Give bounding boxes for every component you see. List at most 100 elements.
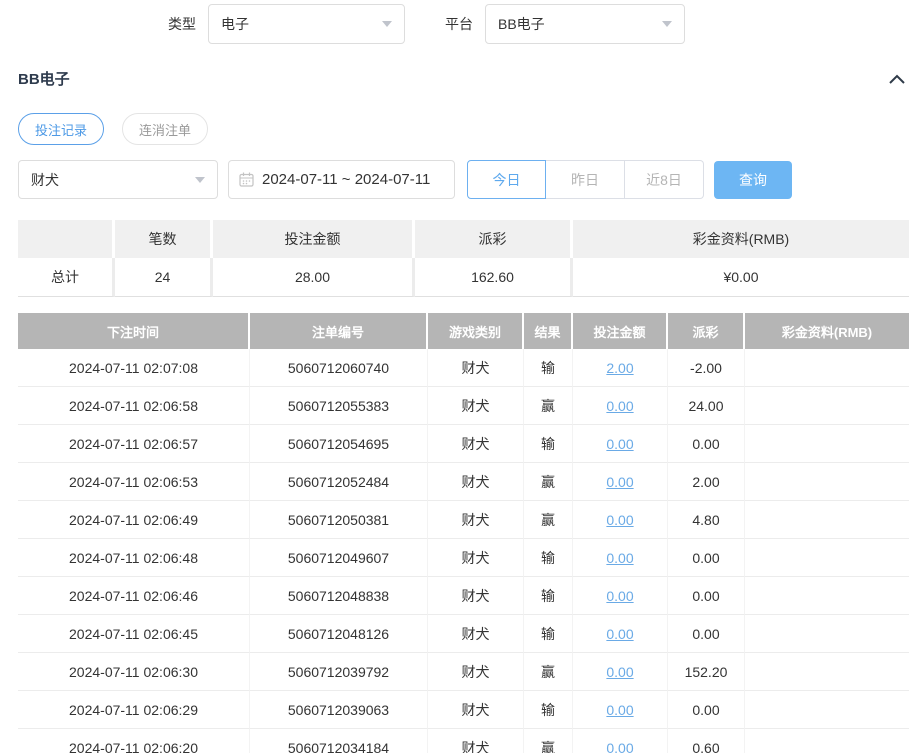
cell-bet-time: 2024-07-11 02:06:48 — [18, 539, 250, 577]
header-bet-amount: 投注金额 — [573, 313, 668, 349]
cell-bonus — [745, 539, 909, 577]
bet-amount-link[interactable]: 0.00 — [606, 702, 633, 718]
bet-amount-link[interactable]: 0.00 — [606, 626, 633, 642]
cell-bet-time: 2024-07-11 02:06:58 — [18, 387, 250, 425]
bet-amount-link[interactable]: 0.00 — [606, 550, 633, 566]
header-bonus: 彩金资料(RMB) — [745, 313, 909, 349]
chevron-down-icon — [195, 177, 205, 183]
cell-payout: 0.00 — [668, 615, 745, 653]
table-row: 2024-07-11 02:06:45 5060712048126 财犬 输 0… — [18, 615, 909, 653]
tab-cancelled-orders[interactable]: 连消注单 — [122, 113, 208, 145]
table-row: 2024-07-11 02:06:30 5060712039792 财犬 赢 0… — [18, 653, 909, 691]
cell-result: 输 — [524, 615, 573, 653]
platform-label: 平台 — [445, 14, 473, 34]
table-row: 2024-07-11 02:06:29 5060712039063 财犬 输 0… — [18, 691, 909, 729]
date-range-input[interactable]: 2024-07-11 ~ 2024-07-11 — [228, 160, 455, 199]
today-button-label: 今日 — [493, 170, 521, 190]
last-8-days-button[interactable]: 近8日 — [625, 160, 704, 199]
cell-result: 输 — [524, 539, 573, 577]
cell-bet-time: 2024-07-11 02:06:30 — [18, 653, 250, 691]
summary-header-bet-amount: 投注金额 — [213, 220, 415, 258]
cell-result: 输 — [524, 577, 573, 615]
table-row: 2024-07-11 02:06:48 5060712049607 财犬 输 0… — [18, 539, 909, 577]
chevron-down-icon — [382, 21, 392, 27]
cell-bonus — [745, 425, 909, 463]
yesterday-button[interactable]: 昨日 — [546, 160, 625, 199]
bet-amount-link[interactable]: 0.00 — [606, 664, 633, 680]
bet-amount-link[interactable]: 0.00 — [606, 512, 633, 528]
header-bet-time: 下注时间 — [18, 313, 250, 349]
cell-game-type: 财犬 — [428, 539, 524, 577]
type-select-value: 电子 — [221, 14, 249, 34]
cell-payout: 0.00 — [668, 691, 745, 729]
summary-header-bonus: 彩金资料(RMB) — [573, 220, 909, 258]
tab-bar: 投注记录 连消注单 — [18, 113, 909, 145]
bet-amount-link[interactable]: 0.00 — [606, 436, 633, 452]
cell-bet-amount: 0.00 — [573, 691, 668, 729]
cell-payout: 0.00 — [668, 539, 745, 577]
header-result: 结果 — [524, 313, 573, 349]
cell-game-type: 财犬 — [428, 691, 524, 729]
cell-game-type: 财犬 — [428, 387, 524, 425]
game-select-value: 财犬 — [31, 170, 59, 190]
cell-result: 输 — [524, 425, 573, 463]
cell-result: 输 — [524, 349, 573, 387]
tab-bet-records[interactable]: 投注记录 — [18, 113, 104, 145]
platform-select[interactable]: BB电子 — [485, 4, 685, 44]
cell-game-type: 财犬 — [428, 501, 524, 539]
bet-table-header-row: 下注时间 注单编号 游戏类别 结果 投注金额 派彩 彩金资料(RMB) — [18, 313, 909, 349]
table-row: 2024-07-11 02:06:49 5060712050381 财犬 赢 0… — [18, 501, 909, 539]
game-select[interactable]: 财犬 — [18, 160, 218, 199]
top-filter-bar: 类型 电子 平台 BB电子 — [168, 4, 909, 44]
cell-bonus — [745, 501, 909, 539]
tab-label: 投注记录 — [35, 120, 87, 139]
cell-bonus — [745, 691, 909, 729]
cell-bonus — [745, 729, 909, 753]
cell-result: 赢 — [524, 729, 573, 753]
summary-header-payout: 派彩 — [415, 220, 573, 258]
search-button[interactable]: 查询 — [714, 161, 792, 199]
cell-bet-time: 2024-07-11 02:06:29 — [18, 691, 250, 729]
bet-amount-link[interactable]: 2.00 — [606, 360, 633, 376]
summary-total-count: 24 — [115, 258, 213, 297]
cell-bet-time: 2024-07-11 02:06:53 — [18, 463, 250, 501]
today-button[interactable]: 今日 — [467, 160, 546, 199]
bet-amount-link[interactable]: 0.00 — [606, 588, 633, 604]
header-payout: 派彩 — [668, 313, 745, 349]
cell-bet-time: 2024-07-11 02:07:08 — [18, 349, 250, 387]
cell-bonus — [745, 349, 909, 387]
summary-header-blank — [18, 220, 115, 258]
cell-order-no: 5060712039063 — [250, 691, 428, 729]
header-game-type: 游戏类别 — [428, 313, 524, 349]
bet-amount-link[interactable]: 0.00 — [606, 740, 633, 753]
cell-game-type: 财犬 — [428, 729, 524, 753]
cell-order-no: 5060712034184 — [250, 729, 428, 753]
cell-bet-amount: 0.00 — [573, 653, 668, 691]
table-row: 2024-07-11 02:06:46 5060712048838 财犬 输 0… — [18, 577, 909, 615]
cell-result: 赢 — [524, 463, 573, 501]
summary-header-row: 笔数 投注金额 派彩 彩金资料(RMB) — [18, 220, 909, 258]
cell-bet-time: 2024-07-11 02:06:46 — [18, 577, 250, 615]
cell-bet-amount: 0.00 — [573, 425, 668, 463]
type-label: 类型 — [168, 14, 196, 34]
cell-game-type: 财犬 — [428, 349, 524, 387]
collapse-button[interactable] — [888, 73, 906, 85]
cell-result: 赢 — [524, 653, 573, 691]
cell-bet-time: 2024-07-11 02:06:49 — [18, 501, 250, 539]
header-order-no: 注单编号 — [250, 313, 428, 349]
cell-payout: 0.00 — [668, 425, 745, 463]
cell-payout: 24.00 — [668, 387, 745, 425]
platform-select-value: BB电子 — [498, 14, 545, 34]
table-row: 2024-07-11 02:06:20 5060712034184 财犬 赢 0… — [18, 729, 909, 753]
cell-game-type: 财犬 — [428, 425, 524, 463]
cell-payout: 0.00 — [668, 577, 745, 615]
type-select[interactable]: 电子 — [208, 4, 405, 44]
bet-amount-link[interactable]: 0.00 — [606, 398, 633, 414]
cell-result: 赢 — [524, 387, 573, 425]
cell-bet-time: 2024-07-11 02:06:57 — [18, 425, 250, 463]
quick-range-group: 今日 昨日 近8日 — [467, 160, 704, 199]
table-row: 2024-07-11 02:06:57 5060712054695 财犬 输 0… — [18, 425, 909, 463]
cell-bet-amount: 0.00 — [573, 539, 668, 577]
cell-order-no: 5060712049607 — [250, 539, 428, 577]
bet-amount-link[interactable]: 0.00 — [606, 474, 633, 490]
